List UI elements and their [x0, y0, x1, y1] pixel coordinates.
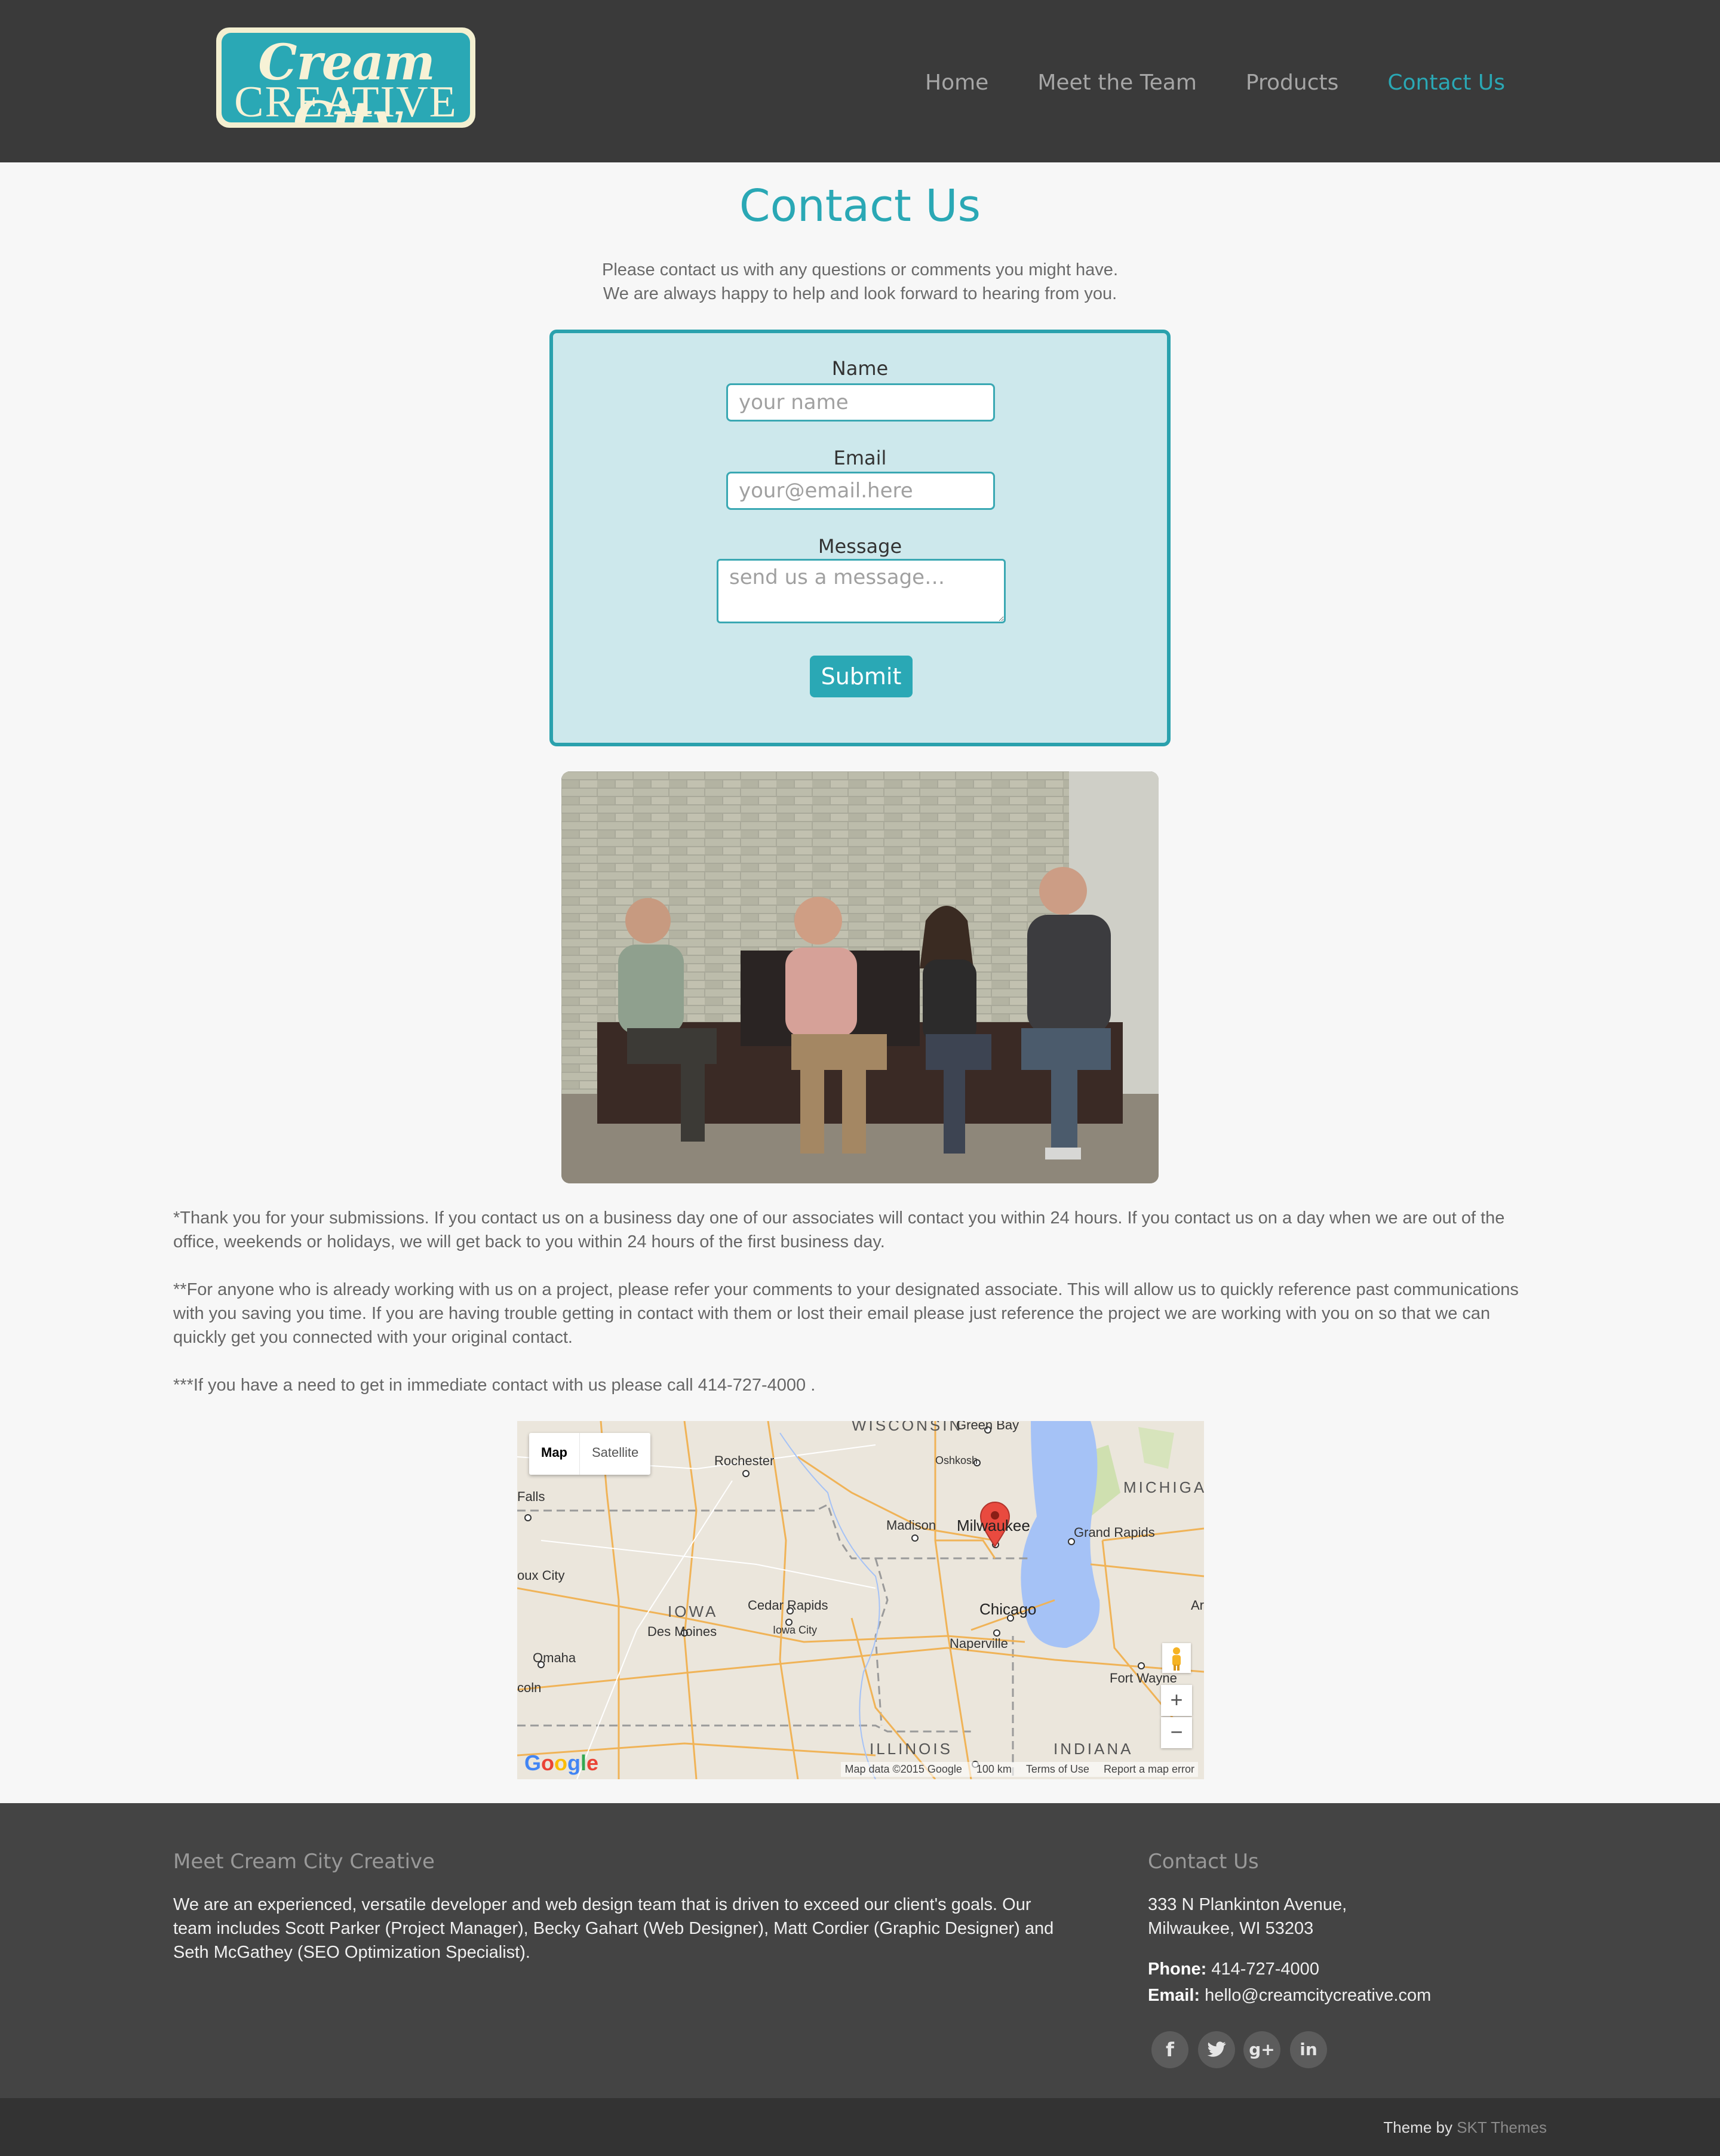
theme-credit: Theme by SKT Themes [1383, 2118, 1547, 2137]
map-canvas[interactable] [517, 1421, 1204, 1779]
email-input[interactable] [726, 472, 995, 510]
nav-contact-us[interactable]: Contact Us [1387, 70, 1505, 95]
logo-caps-text: CREATIVE [234, 78, 457, 122]
main-content: Contact Us Please contact us with any qu… [0, 162, 1720, 1803]
map-type-toggle: Map Satellite [529, 1433, 651, 1475]
page-title: Contact Us [739, 180, 981, 232]
footer-phone-value[interactable]: 414-727-4000 [1211, 1960, 1319, 1979]
note-1: *Thank you for your submissions. If you … [173, 1208, 1505, 1251]
map-city-sioux-city: oux City [517, 1568, 565, 1583]
map-city-oshkosh: Oshkosh [935, 1454, 978, 1466]
theme-by-text: Theme by [1383, 2118, 1452, 2136]
map-city-grand-rapids: Grand Rapids [1074, 1525, 1155, 1540]
notes-section: *Thank you for your submissions. If you … [173, 1206, 1547, 1421]
site-logo[interactable]: Cream City CREATIVE [216, 27, 475, 128]
team-photo-image [561, 771, 1159, 1183]
map-city-chicago: Chicago [979, 1600, 1037, 1618]
main-nav: Home Meet the Team Products Contact Us [925, 70, 1505, 95]
team-photo [561, 771, 1159, 1183]
map-state-wisconsin: WISCONSIN [852, 1421, 963, 1434]
zoom-out-button[interactable]: − [1161, 1717, 1192, 1748]
footer-phone-label: Phone: [1148, 1960, 1207, 1979]
google-logo: Google [524, 1751, 599, 1775]
nav-home[interactable]: Home [925, 70, 988, 95]
footer-about-heading: Meet Cream City Creative [173, 1850, 435, 1874]
google-map[interactable]: Map Satellite WISCONSIN Green Bay Oshkos… [517, 1421, 1204, 1779]
message-textarea[interactable] [717, 559, 1006, 623]
note-2: **For anyone who is already working with… [173, 1280, 1519, 1347]
footer-phone: Phone: 414-727-4000 [1148, 1960, 1319, 1979]
facebook-icon[interactable]: f [1151, 2031, 1188, 2068]
footer-contact-heading: Contact Us [1148, 1850, 1259, 1874]
map-report-link[interactable]: Report a map error [1104, 1763, 1194, 1776]
intro-text: Please contact us with any questions or … [0, 258, 1720, 306]
map-state-michigan: MICHIGA [1123, 1478, 1204, 1496]
map-state-indiana: INDIANA [1054, 1740, 1134, 1758]
map-city-cedar-rapids: Cedar Rapids [748, 1598, 828, 1613]
map-city-ar: Ar [1191, 1598, 1204, 1613]
linkedin-icon[interactable]: in [1290, 2031, 1327, 2068]
map-city-falls: Falls [517, 1489, 545, 1504]
intro-line-1: Please contact us with any questions or … [602, 260, 1118, 279]
map-data-text: Map data ©2015 Google [844, 1763, 962, 1775]
email-label: Email [833, 447, 887, 469]
name-input[interactable] [726, 383, 995, 422]
map-city-iowa-city: Iowa City [773, 1624, 818, 1636]
map-type-satellite-button[interactable]: Satellite [579, 1433, 650, 1475]
nav-meet-the-team[interactable]: Meet the Team [1037, 70, 1197, 95]
map-city-des-moines: Des Moines [647, 1624, 717, 1639]
intro-line-2: We are always happy to help and look for… [603, 284, 1117, 303]
zoom-in-button[interactable]: + [1161, 1685, 1192, 1716]
google-plus-icon[interactable]: g+ [1243, 2031, 1280, 2068]
map-city-naperville: Naperville [950, 1636, 1008, 1651]
map-city-madison: Madison [886, 1518, 936, 1533]
footer-email: Email: hello@creamcitycreative.com [1148, 1986, 1431, 2006]
twitter-icon[interactable] [1198, 2031, 1235, 2068]
map-city-rochester: Rochester [714, 1453, 775, 1468]
footer-email-label: Email: [1148, 1986, 1200, 2005]
bottom-bar: Theme by SKT Themes [0, 2098, 1720, 2156]
footer-about-text: We are an experienced, versatile develop… [173, 1895, 1054, 1962]
logo-badge: Cream City CREATIVE [222, 33, 470, 122]
footer-address: 333 N Plankinton Avenue, Milwaukee, WI 5… [1148, 1895, 1347, 1938]
street-view-pegman-icon[interactable] [1162, 1643, 1191, 1673]
note-3: ***If you have a need to get in immediat… [173, 1376, 816, 1395]
nav-products[interactable]: Products [1246, 70, 1338, 95]
map-attribution: Map data ©2015 Google 100 km Terms of Us… [841, 1762, 1198, 1777]
site-footer: Meet Cream City Creative We are an exper… [0, 1803, 1720, 2098]
map-city-lincoln: coln [517, 1680, 542, 1695]
site-header: Cream City CREATIVE Home Meet the Team P… [0, 0, 1720, 162]
map-type-map-button[interactable]: Map [529, 1433, 579, 1475]
map-state-iowa: IOWA [668, 1603, 718, 1620]
footer-email-value[interactable]: hello@creamcitycreative.com [1205, 1986, 1431, 2005]
map-city-milwaukee: Milwaukee [957, 1517, 1030, 1534]
submit-button[interactable]: Submit [810, 656, 913, 697]
contact-form: Name Email Message Submit [549, 330, 1171, 746]
map-city-omaha: Omaha [533, 1650, 576, 1665]
message-label: Message [818, 535, 902, 558]
map-state-illinois: ILLINOIS [870, 1740, 953, 1758]
map-terms-link[interactable]: Terms of Use [1026, 1763, 1089, 1776]
theme-link[interactable]: SKT Themes [1457, 2118, 1547, 2136]
map-city-green-bay: Green Bay [956, 1421, 1019, 1432]
name-label: Name [831, 357, 889, 380]
map-scale: 100 km [976, 1763, 1012, 1775]
